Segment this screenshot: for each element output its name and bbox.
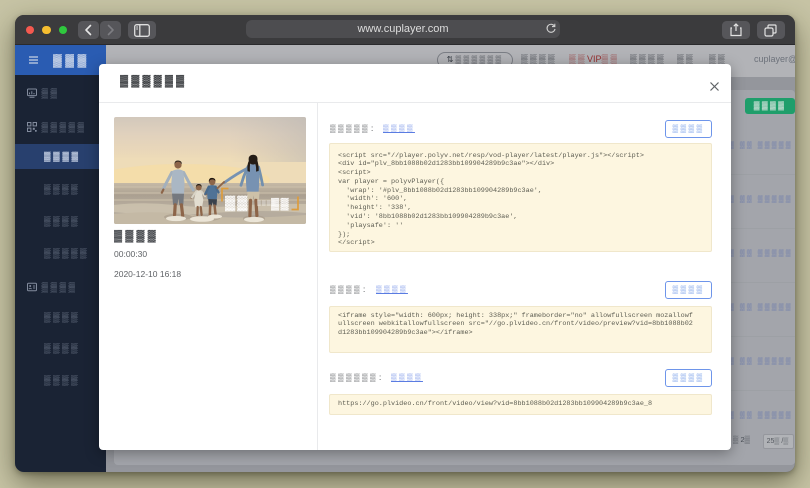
svg-text:▓▓: ▓▓ <box>225 194 249 212</box>
svg-text:▓▓: ▓▓ <box>271 197 290 211</box>
